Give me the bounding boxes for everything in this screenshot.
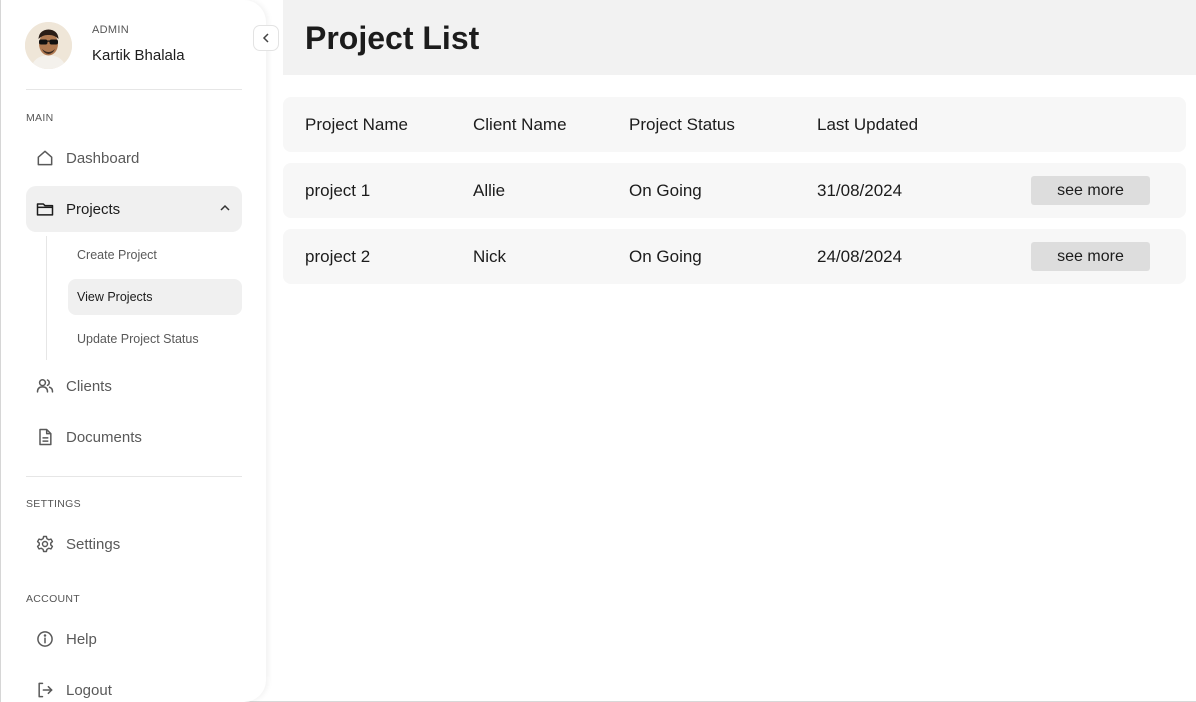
sidebar-item-logout[interactable]: Logout: [26, 667, 242, 702]
sidebar-item-label: Documents: [66, 428, 142, 446]
home-icon: [34, 147, 56, 169]
sidebar-item-label: Projects: [66, 200, 121, 218]
collapse-sidebar-button[interactable]: [253, 25, 279, 51]
project-name-cell: project 1: [305, 180, 371, 200]
document-icon: [34, 426, 56, 448]
section-label-main: MAIN: [26, 112, 54, 124]
divider: [26, 89, 242, 90]
page-header: Project List: [283, 0, 1196, 75]
sidebar-item-label: Logout: [66, 681, 112, 699]
project-status-cell: On Going: [629, 180, 702, 200]
column-header: Client Name: [473, 114, 567, 134]
sidebar-item-projects[interactable]: Projects: [26, 186, 242, 232]
sidebar-item-label: Settings: [66, 535, 121, 553]
last-updated-cell: 31/08/2024: [817, 180, 903, 200]
divider: [26, 476, 242, 477]
column-header: Project Name: [305, 114, 408, 134]
section-label-settings: SETTINGS: [26, 498, 81, 510]
sidebar-item-settings[interactable]: Settings: [26, 521, 242, 567]
section-label-account: ACCOUNT: [26, 593, 81, 605]
column-header: Project Status: [629, 114, 735, 134]
sidebar: ADMIN Kartik Bhalala MAIN Dashboard Proj…: [1, 0, 266, 702]
client-name-cell: Nick: [473, 246, 507, 266]
client-name-cell: Allie: [473, 180, 506, 200]
page-title: Project List: [305, 20, 480, 56]
submenu-guide-line: [46, 236, 47, 360]
table-header-row: Project Name Client Name Project Status …: [283, 97, 1186, 152]
chevron-left-icon: [262, 33, 269, 43]
info-icon: [34, 628, 56, 650]
logout-icon: [34, 679, 56, 701]
submenu-item-create-project[interactable]: Create Project: [68, 237, 242, 273]
sidebar-item-clients[interactable]: Clients: [26, 363, 242, 409]
table-row: project 1 Allie On Going 31/08/2024 see …: [283, 163, 1186, 218]
sidebar-item-label: Clients: [66, 377, 112, 395]
project-name-cell: project 2: [305, 246, 371, 266]
submenu-item-view-projects[interactable]: View Projects: [68, 279, 242, 315]
user-role: ADMIN: [92, 24, 129, 36]
sidebar-item-dashboard[interactable]: Dashboard: [26, 135, 242, 181]
user-name: Kartik Bhalala: [92, 47, 185, 64]
last-updated-cell: 24/08/2024: [817, 246, 903, 266]
see-more-button[interactable]: see more: [1031, 242, 1150, 271]
folder-icon: [34, 198, 56, 220]
chevron-up-icon[interactable]: [218, 201, 232, 215]
table-row: project 2 Nick On Going 24/08/2024 see m…: [283, 229, 1186, 284]
sidebar-item-label: Help: [66, 630, 97, 648]
gear-icon: [34, 533, 56, 555]
submenu-item-update-project-status[interactable]: Update Project Status: [68, 321, 242, 357]
sidebar-item-documents[interactable]: Documents: [26, 414, 242, 460]
see-more-button[interactable]: see more: [1031, 176, 1150, 205]
users-icon: [34, 375, 56, 397]
user-profile: ADMIN Kartik Bhalala: [25, 22, 245, 72]
sidebar-item-help[interactable]: Help: [26, 616, 242, 662]
project-status-cell: On Going: [629, 246, 702, 266]
avatar: [25, 22, 72, 69]
sidebar-item-label: Dashboard: [66, 149, 140, 167]
column-header: Last Updated: [817, 114, 919, 134]
